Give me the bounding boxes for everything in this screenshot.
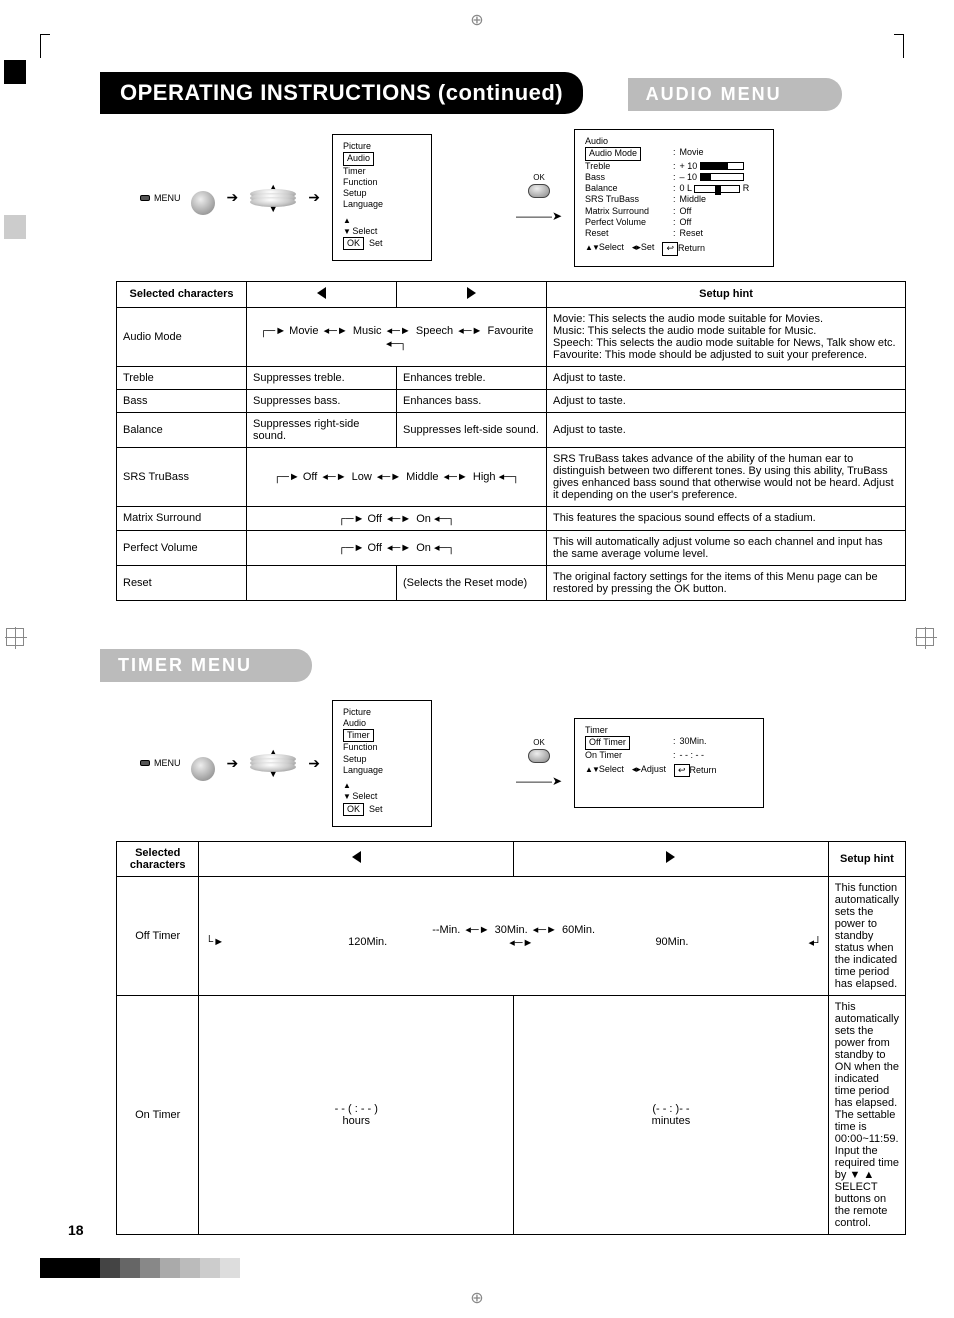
bottom-register-mark: ⊕: [470, 1288, 483, 1308]
crop-mark: [40, 34, 50, 58]
arrow-right-icon: ➔: [308, 189, 320, 206]
page-title: OPERATING INSTRUCTIONS (continued): [100, 72, 583, 114]
arrow-right-icon: ➔: [227, 755, 239, 772]
audio-spec-table: Selected characters Setup hint Audio Mod…: [116, 281, 906, 601]
ok-label: OK: [516, 173, 562, 182]
osd-audio-detail: AudioAudio Mode:MovieTreble:+ 10 Bass:– …: [574, 129, 774, 267]
arrow-right-icon: ———➤: [516, 209, 562, 223]
thumb-wheel-icon: ▲ ▼: [250, 179, 296, 217]
side-tab-grey: [4, 215, 26, 239]
arrow-right-icon: ➔: [227, 189, 239, 206]
audio-flow-diagram: MENU ➔ ▲ ▼ ➔ PictureAudioTimerFunctionSe…: [140, 129, 894, 267]
footer-colour-squares: [40, 1258, 240, 1278]
menu-button[interactable]: MENU: [140, 193, 181, 203]
crop-mark: [894, 34, 904, 58]
remote-round-button-icon: [191, 757, 215, 781]
menu-key-icon: [140, 195, 150, 201]
section-title-timer: TIMER MENU: [100, 649, 312, 682]
arrow-right-icon: ———➤: [516, 774, 562, 788]
menu-button-label: MENU: [154, 193, 181, 203]
menu-key-icon: [140, 760, 150, 766]
ok-button-icon[interactable]: [528, 184, 550, 198]
ok-button-icon[interactable]: [528, 749, 550, 763]
osd-timer-detail: TimerOff Timer:30Min.On Timer:- - : - -▲…: [574, 718, 764, 808]
section-title-audio: AUDIO MENU: [628, 78, 842, 111]
left-register-mark: [6, 628, 24, 646]
timer-spec-table: Selected characters Setup hint Off Timer…: [116, 841, 906, 1235]
top-register-mark: ⊕: [470, 10, 483, 30]
osd-main-menu: PictureAudioTimerFunctionSetupLanguage▲▼…: [332, 700, 432, 827]
side-tab-black: [4, 60, 26, 84]
remote-round-button-icon: [191, 191, 215, 215]
ok-label: OK: [516, 738, 562, 747]
arrow-right-icon: ➔: [308, 755, 320, 772]
thumb-wheel-icon: ▲ ▼: [250, 744, 296, 782]
timer-flow-diagram: MENU ➔ ▲ ▼ ➔ PictureAudioTimerFunctionSe…: [140, 700, 894, 827]
osd-main-menu: PictureAudioTimerFunctionSetupLanguage▲▼…: [332, 134, 432, 261]
menu-button-label: MENU: [154, 758, 181, 768]
menu-button[interactable]: MENU: [140, 758, 181, 768]
page-number: 18: [68, 1222, 84, 1238]
right-register-mark: [916, 628, 934, 646]
